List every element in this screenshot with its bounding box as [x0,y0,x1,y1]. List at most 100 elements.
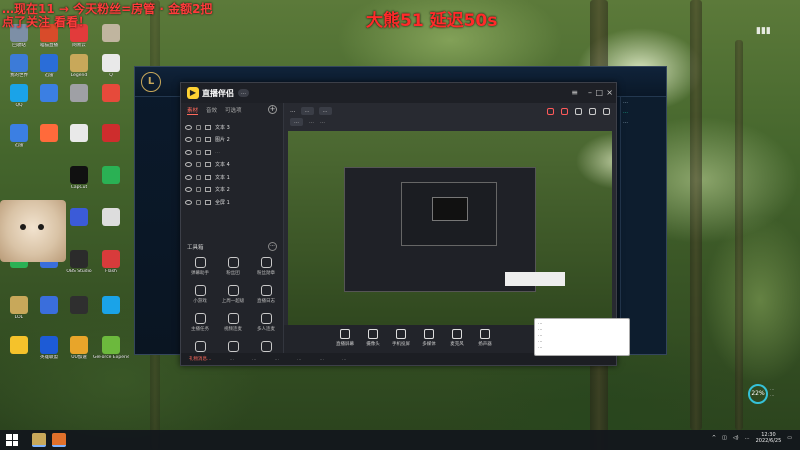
desktop-icon[interactable]: UU加速 [64,336,94,368]
stream-preview[interactable] [288,131,612,325]
lol-friends-panel[interactable]: … … … [620,97,666,354]
close-icon[interactable]: × [606,88,613,97]
capture-item[interactable]: 麦克风 [444,329,470,347]
room-title[interactable]: … [290,108,296,114]
tray-language-text[interactable]: … [745,435,750,441]
source-item[interactable]: 文本 3 [181,121,283,134]
visibility-eye-icon[interactable] [185,137,192,143]
desktop-icon[interactable] [96,166,126,198]
visibility-eye-icon[interactable] [185,149,192,155]
message-icon[interactable] [575,108,582,115]
lock-icon[interactable] [196,174,201,180]
toolbox-item[interactable]: 主播任务 [185,313,215,337]
toolbox-item[interactable]: 粉丝团 [218,257,248,281]
desktop-icon[interactable]: OBS Studio [64,250,94,282]
desktop-icon[interactable] [64,208,94,240]
desktop-icon[interactable]: 我的世界 [4,54,34,86]
room-tag-chip[interactable]: … [318,107,332,115]
desktop-icon[interactable] [64,124,94,156]
stream-watermark-icon: ▮▮▮ [756,26,771,36]
toolbox-item[interactable]: 粉丝勋章 [251,257,281,281]
app-version-badge[interactable]: … [238,89,249,97]
desktop-icon[interactable] [64,296,94,328]
toolbox-item[interactable]: 小游戏 [185,285,215,309]
room-meta-chip[interactable]: … [290,118,303,126]
gift-icon[interactable] [547,108,554,115]
source-item[interactable]: … [181,146,283,159]
start-button[interactable] [6,434,18,446]
desktop-icon[interactable] [4,336,34,368]
visibility-eye-icon[interactable] [185,199,192,205]
desktop-icon[interactable] [64,84,94,116]
lock-icon[interactable] [196,137,201,143]
desktop-icon[interactable] [96,84,126,116]
tab-materials[interactable]: 素材 [187,106,199,115]
lock-icon[interactable] [196,162,201,168]
settings-icon[interactable]: ≡ [571,88,578,97]
clock[interactable]: 12:30 2022/6/25 [756,432,782,444]
minimize-icon[interactable]: – [588,88,592,97]
desktop-app-icon [10,54,28,72]
room-category-chip[interactable]: … [300,107,314,115]
toolbox-more-button[interactable]: ··· [268,242,277,251]
capture-item[interactable]: 直播屏幕 [332,329,358,347]
lock-icon[interactable] [196,124,201,130]
tray-up-arrow-icon[interactable]: ^ [712,435,716,441]
tray-volume-icon[interactable]: ◁) [733,435,739,441]
bell-icon[interactable] [589,108,596,115]
notification-icon[interactable]: ▭ [787,435,792,441]
toolbox-item[interactable]: 多人连麦 [251,313,281,337]
source-item[interactable]: 文本 1 [181,171,283,184]
source-item[interactable]: 图片 2 [181,134,283,147]
taskbar-lol-icon[interactable] [32,433,46,447]
desktop-icon[interactable] [96,208,126,240]
capture-item[interactable]: 手机投屏 [388,329,414,347]
desktop-app-icon [102,250,120,268]
capture-item[interactable]: 多媒体 [416,329,442,347]
add-source-button[interactable]: + [268,105,277,114]
desktop-icon[interactable] [96,296,126,328]
source-item[interactable]: 文本 4 [181,159,283,172]
desktop-icon[interactable]: 迅雷 [34,54,64,86]
tray-network-icon[interactable]: ◫ [722,435,727,441]
visibility-eye-icon[interactable] [185,124,192,130]
capture-item[interactable]: 扬声器 [472,329,498,347]
source-item[interactable]: 全屏 1 [181,196,283,209]
visibility-eye-icon[interactable] [185,162,192,168]
fans-icon[interactable] [561,108,568,115]
visibility-eye-icon[interactable] [185,174,192,180]
lock-icon[interactable] [196,187,201,193]
tab-sound[interactable]: 音效 [206,106,217,114]
visibility-eye-icon[interactable] [185,187,192,193]
toolbox-item[interactable]: 视频连麦 [218,313,248,337]
toolbox-item[interactable]: 直播日志 [251,285,281,309]
capture-item[interactable]: 摄像头 [360,329,386,347]
taskbar-streaming-app-icon[interactable] [52,433,66,447]
source-type-icon [205,124,211,130]
desktop-icon[interactable] [34,84,64,116]
app-title-bar[interactable]: ▶ 直播伴侣 … ≡ – □ × [181,83,616,103]
lock-icon[interactable] [196,199,201,205]
source-item[interactable]: 文本 2 [181,184,283,197]
desktop-icon[interactable]: 迅雷 [4,124,34,156]
desktop-app-icon [70,54,88,72]
desktop-icon[interactable]: LOL [4,296,34,328]
more-icon[interactable] [603,108,610,115]
desktop-icon[interactable]: Legend [64,54,94,86]
tab-options[interactable]: 可选项 [225,106,242,114]
maximize-icon[interactable]: □ [595,88,603,97]
desktop-icon[interactable]: Q [96,54,126,86]
desktop-icon[interactable] [34,124,64,156]
desktop-icon[interactable]: GeForce Experience [93,336,129,368]
desktop-icon[interactable]: CapCut [64,166,94,198]
toolbox-item[interactable]: 弹幕助手 [185,257,215,281]
sources-panel: 素材 音效 可选项 + 文本 3 图片 2 … 文本 4 文本 1 文本 2 全屏 1 工具… [181,103,284,359]
lock-icon[interactable] [196,149,201,155]
toolbox-item[interactable]: 上周一超级 [218,285,248,309]
desktop-icon[interactable] [96,124,126,156]
desktop-icon[interactable]: 英雄联盟 [34,336,64,368]
desktop-icon[interactable] [34,296,64,328]
desktop-icon[interactable]: QQ [4,84,34,116]
desktop-icon[interactable]: Flash [96,250,126,282]
desktop-app-icon [70,336,88,354]
